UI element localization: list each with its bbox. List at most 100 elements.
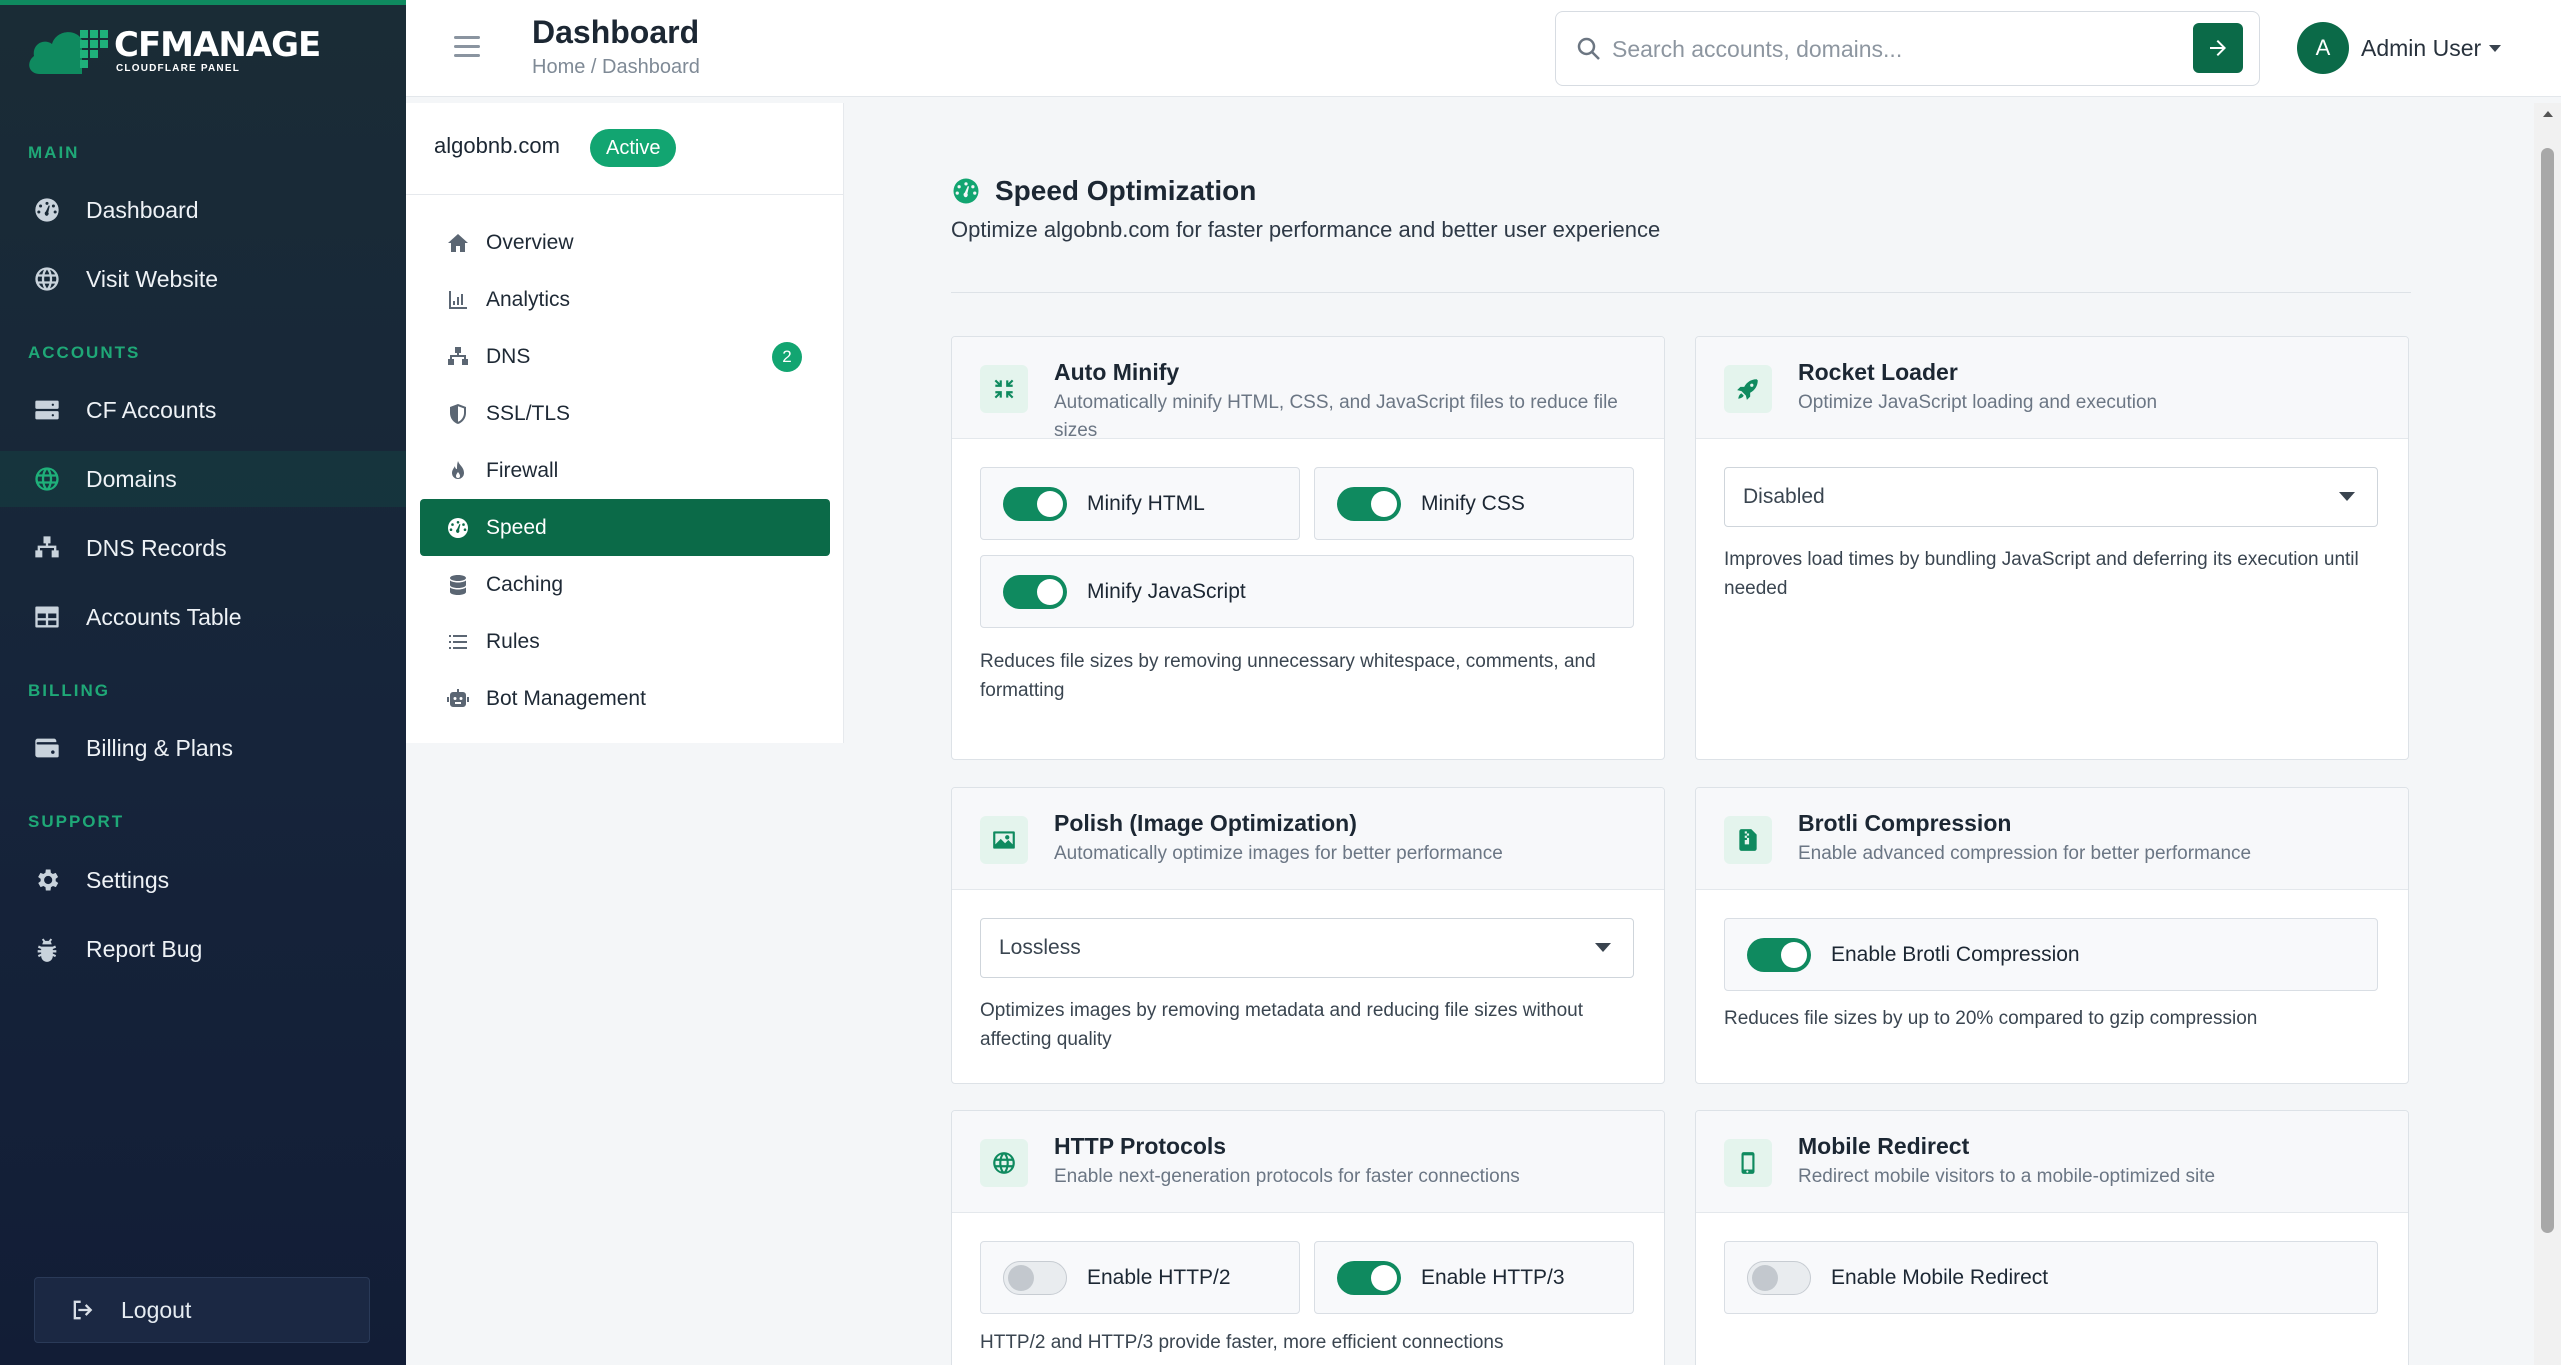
- mobile-redirect-toggle[interactable]: Enable Mobile Redirect: [1724, 1241, 2378, 1314]
- avatar: A: [2297, 22, 2349, 74]
- subnav-item-label: Bot Management: [486, 686, 646, 710]
- help-text: HTTP/2 and HTTP/3 provide faster, more e…: [980, 1332, 1504, 1353]
- user-menu[interactable]: A Admin User: [2297, 22, 2502, 74]
- sidebar-item-label: Domains: [86, 465, 177, 492]
- sidebar-item-accounts-table[interactable]: Accounts Table: [0, 589, 406, 645]
- card-header: Rocket Loader Optimize JavaScript loadin…: [1696, 337, 2408, 439]
- breadcrumb[interactable]: Home / Dashboard: [532, 56, 700, 79]
- subnav-item-label: Rules: [486, 629, 540, 653]
- sidebar-item-dns-records[interactable]: DNS Records: [0, 520, 406, 576]
- cloud-logo-icon: [26, 22, 110, 78]
- sidebar-item-dashboard[interactable]: Dashboard: [0, 182, 406, 238]
- sidebar-item-visit-website[interactable]: Visit Website: [0, 251, 406, 307]
- card-brotli: Brotli Compression Enable advanced compr…: [1695, 787, 2409, 1084]
- database-icon: [450, 574, 466, 595]
- subnav-item-label: Overview: [486, 230, 574, 254]
- chevron-down-icon: [2489, 44, 2502, 52]
- help-text: Optimizes images by removing metadata an…: [980, 1000, 1584, 1050]
- scrollbar-thumb[interactable]: [2541, 148, 2554, 1233]
- sitemap-icon: [448, 346, 468, 365]
- scroll-up-icon[interactable]: [2543, 111, 2553, 117]
- logout-button[interactable]: Logout: [34, 1277, 370, 1343]
- sidebar-item-domains[interactable]: Domains: [0, 451, 406, 507]
- polish-select[interactable]: Lossless: [980, 918, 1634, 978]
- toggle-switch[interactable]: [1003, 1260, 1067, 1295]
- subnav-item-analytics[interactable]: Analytics: [420, 271, 830, 328]
- subnav-item-label: Firewall: [486, 458, 559, 482]
- sidebar-item-settings[interactable]: Settings: [0, 852, 406, 908]
- card-title: Rocket Loader: [1798, 359, 1958, 385]
- minify-html-toggle[interactable]: Minify HTML: [980, 467, 1300, 540]
- help-text: Improves load times by bundling JavaScri…: [1724, 549, 2359, 599]
- file-zip-icon: [1724, 816, 1772, 864]
- http3-toggle[interactable]: Enable HTTP/3: [1314, 1241, 1634, 1314]
- rocket-loader-select[interactable]: Disabled: [1724, 467, 2378, 527]
- hamburger-menu-icon[interactable]: [454, 36, 480, 58]
- page-title: Dashboard: [532, 14, 700, 50]
- section-title: Speed Optimization: [951, 175, 1256, 207]
- toggle-switch[interactable]: [1747, 937, 1811, 972]
- subnav-item-caching[interactable]: Caching: [420, 556, 830, 613]
- chevron-down-icon: [1595, 943, 1611, 952]
- nav-section-support: SUPPORT: [28, 812, 125, 831]
- search-input[interactable]: [1612, 26, 2172, 72]
- domain-name: algobnb.com: [434, 133, 560, 158]
- http2-toggle[interactable]: Enable HTTP/2: [980, 1241, 1300, 1314]
- minify-javascript-toggle[interactable]: Minify JavaScript: [980, 555, 1634, 628]
- search-submit-button[interactable]: [2193, 23, 2243, 73]
- brand-logo[interactable]: CFMANAGE CLOUDFLARE PANEL: [26, 22, 321, 78]
- user-name: Admin User: [2361, 34, 2482, 61]
- sidebar-item-label: CF Accounts: [86, 396, 217, 423]
- chevron-down-icon: [2339, 492, 2355, 501]
- logout-icon: [73, 1300, 93, 1320]
- toggle-label: Enable HTTP/2: [1087, 1265, 1231, 1289]
- speedometer-icon: [953, 178, 979, 204]
- page-scrollbar[interactable]: [2534, 103, 2561, 1365]
- chart-icon: [449, 290, 467, 309]
- toggle-label: Minify HTML: [1087, 491, 1205, 515]
- toggle-switch[interactable]: [1003, 486, 1067, 521]
- card-header: Brotli Compression Enable advanced compr…: [1696, 788, 2408, 890]
- subnav-item-dns[interactable]: DNS 2: [420, 328, 830, 385]
- nav-section-accounts: ACCOUNTS: [28, 343, 141, 362]
- toggle-label: Enable HTTP/3: [1421, 1265, 1565, 1289]
- status-badge: Active: [590, 129, 677, 167]
- card-header: Polish (Image Optimization) Automaticall…: [952, 788, 1664, 890]
- card-auto-minify: Auto Minify Automatically minify HTML, C…: [951, 336, 1665, 760]
- minify-css-toggle[interactable]: Minify CSS: [1314, 467, 1634, 540]
- globe-icon: [980, 1139, 1028, 1187]
- subnav-item-firewall[interactable]: Firewall: [420, 442, 830, 499]
- search-bar: [1555, 11, 2260, 86]
- sidebar-item-label: Settings: [86, 866, 170, 893]
- card-header: HTTP Protocols Enable next-generation pr…: [952, 1111, 1664, 1213]
- toggle-switch[interactable]: [1337, 1260, 1401, 1295]
- brotli-toggle[interactable]: Enable Brotli Compression: [1724, 918, 2378, 991]
- subnav-item-label: Speed: [486, 515, 547, 539]
- divider: [951, 292, 2411, 293]
- home-icon: [448, 233, 468, 252]
- subnav-item-overview[interactable]: Overview: [420, 214, 830, 271]
- dns-count-badge: 2: [772, 342, 802, 372]
- sidebar-item-billing[interactable]: Billing & Plans: [0, 720, 406, 776]
- sidebar-item-report-bug[interactable]: Report Bug: [0, 921, 406, 977]
- sidebar-item-label: Visit Website: [86, 265, 219, 292]
- toggle-switch[interactable]: [1747, 1260, 1811, 1295]
- subnav-item-ssl-tls[interactable]: SSL/TLS: [420, 385, 830, 442]
- subnav-item-speed[interactable]: Speed: [420, 499, 830, 556]
- section-subtitle: Optimize algobnb.com for faster performa…: [951, 217, 1661, 242]
- card-title: Auto Minify: [1054, 359, 1180, 385]
- topbar: Dashboard Home / Dashboard A Admin User: [406, 0, 2561, 97]
- toggle-label: Enable Brotli Compression: [1831, 942, 2080, 966]
- toggle-label: Enable Mobile Redirect: [1831, 1265, 2049, 1289]
- card-rocket-loader: Rocket Loader Optimize JavaScript loadin…: [1695, 336, 2409, 760]
- subnav-item-rules[interactable]: Rules: [420, 613, 830, 670]
- sidebar: CFMANAGE CLOUDFLARE PANEL MAIN Dashboard…: [0, 0, 406, 1365]
- card-title: Polish (Image Optimization): [1054, 810, 1357, 836]
- toggle-switch[interactable]: [1003, 574, 1067, 609]
- subnav-item-bot-management[interactable]: Bot Management: [420, 670, 830, 727]
- sidebar-item-cf-accounts[interactable]: CF Accounts: [0, 382, 406, 438]
- select-value: Disabled: [1743, 485, 1825, 508]
- toggle-switch[interactable]: [1337, 486, 1401, 521]
- card-description: Redirect mobile visitors to a mobile-opt…: [1798, 1166, 2216, 1187]
- globe-icon: [32, 464, 62, 494]
